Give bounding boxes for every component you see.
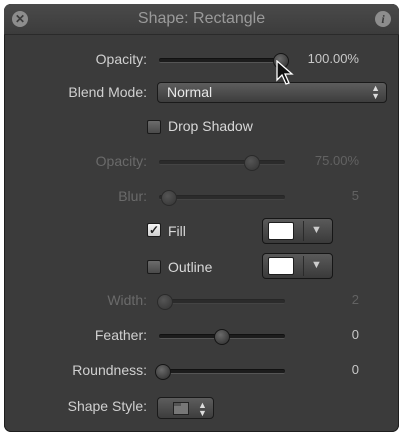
outline-color-swatch[interactable]: [268, 257, 294, 275]
feather-slider[interactable]: [159, 329, 285, 345]
shape-style-popup[interactable]: ▲ ▼: [157, 397, 214, 419]
roundness-label: Roundness:: [72, 362, 147, 378]
divider: [303, 256, 304, 276]
roundness-slider-knob[interactable]: [155, 364, 171, 380]
width-slider-knob: [157, 294, 174, 310]
chevron-down-icon[interactable]: ▼: [311, 259, 322, 271]
fill-color-well[interactable]: ▼: [262, 218, 333, 244]
blur-slider: [159, 190, 285, 206]
updown-arrows-icon: ▲ ▼: [198, 400, 207, 418]
roundness-value[interactable]: 0: [352, 362, 359, 377]
fill-color-swatch[interactable]: [268, 222, 294, 240]
blend-mode-label: Blend Mode:: [68, 84, 147, 100]
shape-style-label: Shape Style:: [67, 398, 147, 414]
outline-checkbox[interactable]: [147, 260, 161, 274]
updown-arrows-icon: ▲ ▼: [371, 83, 380, 101]
opacity-label: Opacity:: [95, 51, 147, 67]
blend-mode-value: Normal: [167, 84, 213, 100]
width-slider: [157, 294, 285, 310]
shadow-opacity-slider: [159, 155, 285, 171]
mouse-pointer-icon: [276, 60, 294, 85]
outline-color-well[interactable]: ▼: [262, 253, 333, 279]
width-value: 2: [351, 292, 359, 307]
shadow-opacity-value: 75.00%: [314, 153, 359, 168]
shadow-opacity-label: Opacity:: [95, 153, 147, 169]
opacity-value[interactable]: 100.00%: [308, 51, 359, 66]
blend-mode-dropdown[interactable]: Normal ▲ ▼: [157, 82, 387, 103]
blur-slider-knob: [160, 190, 177, 206]
feather-value[interactable]: 0: [352, 327, 359, 342]
outline-label: Outline: [168, 259, 213, 275]
drop-shadow-label: Drop Shadow: [168, 118, 253, 134]
inspector-panel: ✕ Shape: Rectangle i Opacity: 100.00% Bl…: [4, 4, 399, 432]
title-bar: ✕ Shape: Rectangle i: [4, 4, 399, 35]
drop-shadow-checkbox[interactable]: [147, 120, 161, 134]
width-label: Width:: [107, 292, 147, 308]
panel-title: Shape: Rectangle: [137, 10, 266, 27]
fill-checkbox[interactable]: ✓: [147, 223, 161, 237]
feather-label: Feather:: [94, 327, 147, 343]
shape-style-icon: [173, 402, 189, 415]
blur-label: Blur:: [118, 188, 147, 204]
fill-label: Fill: [168, 223, 186, 239]
info-icon[interactable]: i: [375, 11, 391, 27]
chevron-down-icon[interactable]: ▼: [311, 224, 322, 236]
roundness-slider[interactable]: [155, 364, 285, 380]
opacity-slider[interactable]: [159, 53, 289, 69]
shadow-opacity-slider-knob: [243, 155, 260, 171]
feather-slider-knob[interactable]: [214, 329, 230, 345]
divider: [303, 221, 304, 241]
blur-value: 5: [351, 188, 359, 203]
